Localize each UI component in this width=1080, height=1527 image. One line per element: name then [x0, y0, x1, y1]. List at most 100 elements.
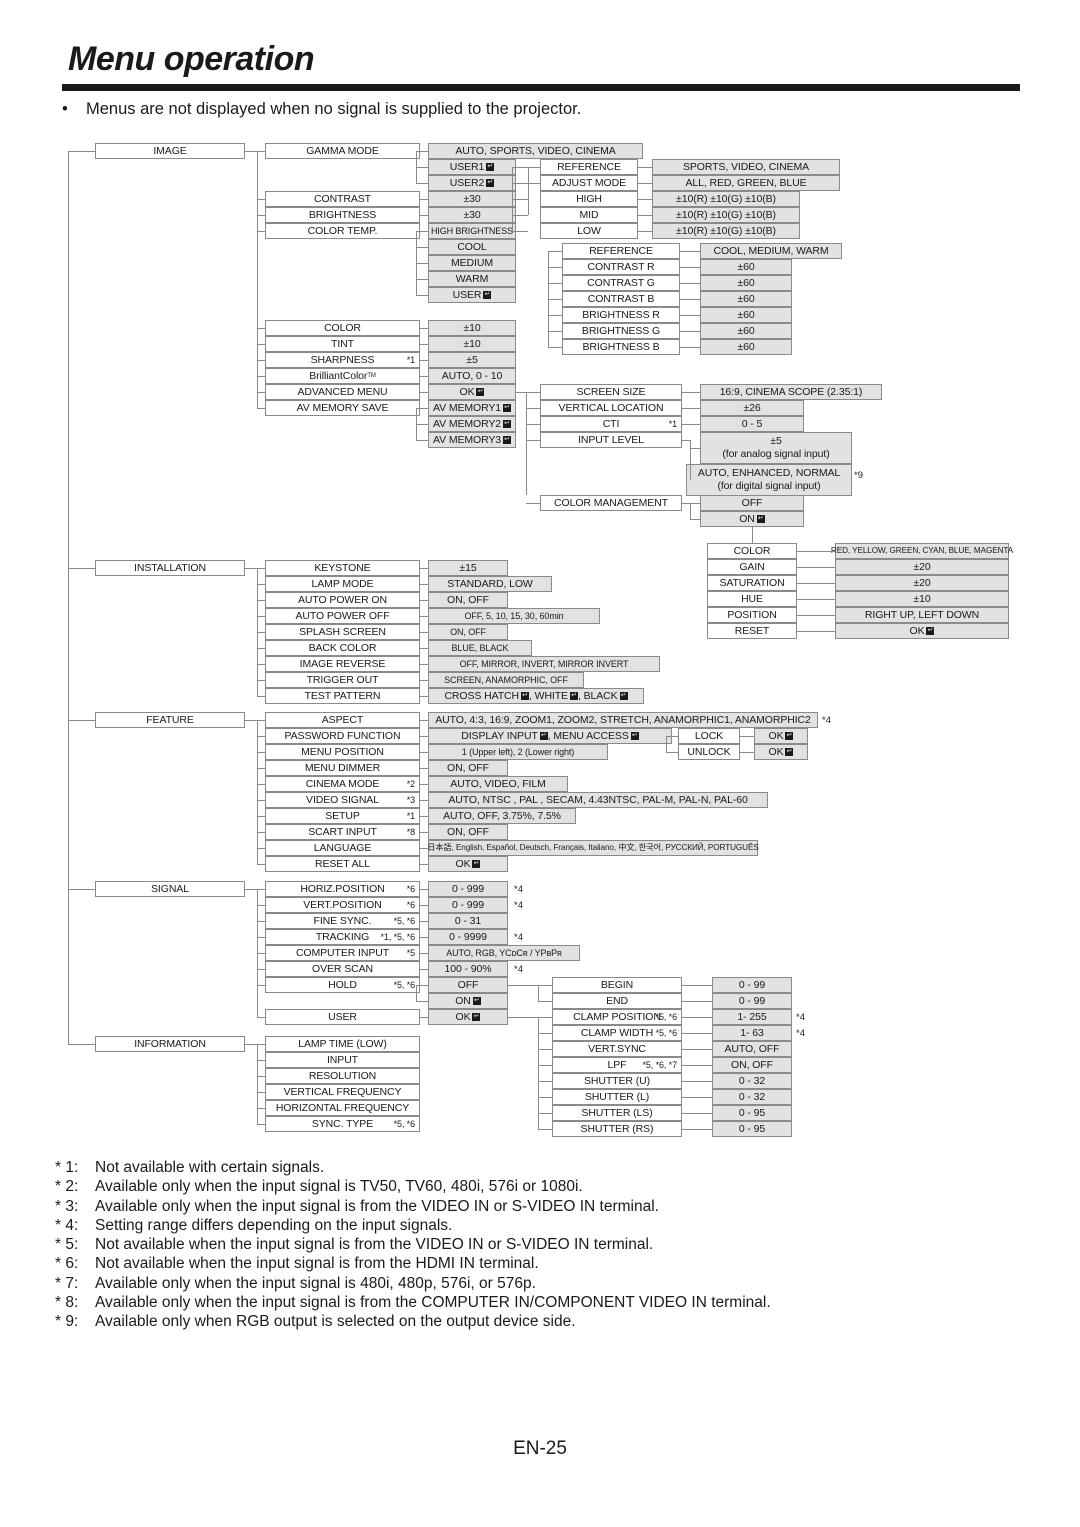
inst-keystone[interactable]: KEYSTONE: [265, 560, 420, 576]
siguser-begin[interactable]: BEGIN: [552, 977, 682, 993]
value-color-temp-1[interactable]: COOL: [428, 239, 516, 255]
adv-vertical-location[interactable]: VERTICAL LOCATION: [540, 400, 682, 416]
value-color-temp-3[interactable]: WARM: [428, 271, 516, 287]
cm-value-0[interactable]: RED, YELLOW, GREEN, CYAN, BLUE, MAGENTA: [831, 543, 1013, 559]
info-resolution[interactable]: RESOLUTION: [265, 1068, 420, 1084]
siguser-lpf[interactable]: LPF *5, *6, *7: [552, 1057, 682, 1073]
sig-over-scan[interactable]: OVER SCAN: [265, 961, 420, 977]
item-av-memory-save[interactable]: AV MEMORY SAVE: [265, 400, 420, 416]
adv-value-cti[interactable]: 0 - 5: [700, 416, 804, 432]
sig-value-2[interactable]: 0 - 31: [428, 913, 508, 929]
cm-gain[interactable]: GAIN: [707, 559, 797, 575]
feat-video-signal[interactable]: VIDEO SIGNAL *3: [265, 792, 420, 808]
siguser-end[interactable]: END: [552, 993, 682, 1009]
item-gamma-mode[interactable]: GAMMA MODE: [265, 143, 420, 159]
value-gamma-mode[interactable]: AUTO, SPORTS, VIDEO, CINEMA: [428, 143, 643, 159]
colortemp-sub-brightness-g[interactable]: BRIGHTNESS G: [562, 323, 680, 339]
category-image[interactable]: IMAGE: [95, 143, 245, 159]
siguser-shutter-u-[interactable]: SHUTTER (U): [552, 1073, 682, 1089]
colortemp-sub-value-6[interactable]: ±60: [700, 339, 792, 355]
sig-hold[interactable]: HOLD *5, *6: [265, 977, 420, 993]
inst-trigger-out[interactable]: TRIGGER OUT: [265, 672, 420, 688]
inst-auto-power-on[interactable]: AUTO POWER ON: [265, 592, 420, 608]
feat-value-reset-all[interactable]: OK ↵: [428, 856, 508, 872]
sig-user[interactable]: USER: [265, 1009, 420, 1025]
feat-password-lock[interactable]: LOCK: [678, 728, 740, 744]
inst-value-7[interactable]: SCREEN, ANAMORPHIC, OFF: [428, 672, 584, 688]
item-sharpness[interactable]: SHARPNESS *1: [265, 352, 420, 368]
feat-menu-position[interactable]: MENU POSITION: [265, 744, 420, 760]
colortemp-sub-value-0[interactable]: COOL, MEDIUM, WARM: [700, 243, 842, 259]
inst-value-1[interactable]: STANDARD, LOW: [428, 576, 552, 592]
gamma-sub-value-4[interactable]: ±10(R) ±10(G) ±10(B): [652, 223, 800, 239]
value-gamma-user2[interactable]: USER2 ↵: [428, 175, 516, 191]
siguser-value-6[interactable]: 0 - 32: [712, 1073, 792, 1089]
siguser-value-2[interactable]: 1- 255: [712, 1009, 792, 1025]
sig-value-user[interactable]: OK ↵: [428, 1009, 508, 1025]
inst-value-test-pattern[interactable]: CROSS HATCH ↵, WHITE ↵, BLACK ↵: [428, 688, 644, 704]
feat-value-password[interactable]: DISPLAY INPUT ↵, MENU ACCESS ↵: [428, 728, 672, 744]
gamma-sub-adjust-mode[interactable]: ADJUST MODE: [540, 175, 638, 191]
inst-value-2[interactable]: ON, OFF: [428, 592, 508, 608]
gamma-sub-reference[interactable]: REFERENCE: [540, 159, 638, 175]
feat-setup[interactable]: SETUP *1: [265, 808, 420, 824]
item-tint[interactable]: TINT: [265, 336, 420, 352]
category-feature[interactable]: FEATURE: [95, 712, 245, 728]
value-tint[interactable]: ±10: [428, 336, 516, 352]
inst-value-0[interactable]: ±15: [428, 560, 508, 576]
value-color-temp-0[interactable]: HIGH BRIGHTNESS: [428, 223, 516, 239]
value-av-memory-2[interactable]: AV MEMORY2 ↵: [428, 416, 516, 432]
item-color[interactable]: COLOR: [265, 320, 420, 336]
sig-value-3[interactable]: 0 - 9999: [428, 929, 508, 945]
feat-password-function[interactable]: PASSWORD FUNCTION: [265, 728, 420, 744]
sig-value-hold-on[interactable]: ON ↵: [428, 993, 508, 1009]
inst-image-reverse[interactable]: IMAGE REVERSE: [265, 656, 420, 672]
siguser-value-7[interactable]: 0 - 32: [712, 1089, 792, 1105]
feat-value-scart[interactable]: ON, OFF: [428, 824, 508, 840]
category-signal[interactable]: SIGNAL: [95, 881, 245, 897]
value-color-temp-2[interactable]: MEDIUM: [428, 255, 516, 271]
colortemp-sub-value-5[interactable]: ±60: [700, 323, 792, 339]
adv-value-input-level-analog[interactable]: ±5 (for analog signal input): [700, 432, 852, 464]
inst-value-6[interactable]: OFF, MIRROR, INVERT, MIRROR INVERT: [428, 656, 660, 672]
value-advanced-menu[interactable]: OK ↵: [428, 384, 516, 400]
item-color-temp-[interactable]: COLOR TEMP.: [265, 223, 420, 239]
item-advanced-menu[interactable]: ADVANCED MENU: [265, 384, 420, 400]
adv-color-management[interactable]: COLOR MANAGEMENT: [540, 495, 682, 511]
siguser-value-4[interactable]: AUTO, OFF: [712, 1041, 792, 1057]
cm-value-1[interactable]: ±20: [835, 559, 1009, 575]
value-color[interactable]: ±10: [428, 320, 516, 336]
gamma-sub-value-3[interactable]: ±10(R) ±10(G) ±10(B): [652, 207, 800, 223]
siguser-value-0[interactable]: 0 - 99: [712, 977, 792, 993]
colortemp-sub-value-3[interactable]: ±60: [700, 291, 792, 307]
sig-fine-sync-[interactable]: FINE SYNC. *5, *6: [265, 913, 420, 929]
siguser-vert-sync[interactable]: VERT.SYNC: [552, 1041, 682, 1057]
inst-test-pattern[interactable]: TEST PATTERN: [265, 688, 420, 704]
siguser-clamp-position[interactable]: CLAMP POSITION *5, *6: [552, 1009, 682, 1025]
item-brightness[interactable]: BRIGHTNESS: [265, 207, 420, 223]
adv-value-cm-on[interactable]: ON ↵: [700, 511, 804, 527]
feat-language[interactable]: LANGUAGE: [265, 840, 420, 856]
feat-value-menu-position[interactable]: 1 (Upper left), 2 (Lower right): [428, 744, 608, 760]
feat-value-aspect[interactable]: AUTO, 4:3, 16:9, ZOOM1, ZOOM2, STRETCH, …: [428, 712, 818, 728]
item-contrast[interactable]: CONTRAST: [265, 191, 420, 207]
sig-value-5[interactable]: 100 - 90%: [428, 961, 508, 977]
category-information[interactable]: INFORMATION: [95, 1036, 245, 1052]
sig-tracking[interactable]: TRACKING *1, *5, *6: [265, 929, 420, 945]
value-brightness[interactable]: ±30: [428, 207, 516, 223]
item-brilliantcolor[interactable]: BrilliantColor TM: [265, 368, 420, 384]
value-av-memory-1[interactable]: AV MEMORY1 ↵: [428, 400, 516, 416]
gamma-sub-value-2[interactable]: ±10(R) ±10(G) ±10(B): [652, 191, 800, 207]
gamma-sub-high[interactable]: HIGH: [540, 191, 638, 207]
adv-value-input-level-digital[interactable]: AUTO, ENHANCED, NORMAL (for digital signa…: [686, 464, 852, 496]
inst-auto-power-off[interactable]: AUTO POWER OFF: [265, 608, 420, 624]
feat-value-video-signal[interactable]: AUTO, NTSC , PAL , SECAM, 4.43NTSC, PAL-…: [428, 792, 768, 808]
adv-screen-size[interactable]: SCREEN SIZE: [540, 384, 682, 400]
value-contrast[interactable]: ±30: [428, 191, 516, 207]
value-sharpness[interactable]: ±5: [428, 352, 516, 368]
info-vertical-frequency[interactable]: VERTICAL FREQUENCY: [265, 1084, 420, 1100]
cm-saturation[interactable]: SATURATION: [707, 575, 797, 591]
value-color-temp-4[interactable]: USER ↵: [428, 287, 516, 303]
gamma-sub-mid[interactable]: MID: [540, 207, 638, 223]
feat-reset-all[interactable]: RESET ALL: [265, 856, 420, 872]
